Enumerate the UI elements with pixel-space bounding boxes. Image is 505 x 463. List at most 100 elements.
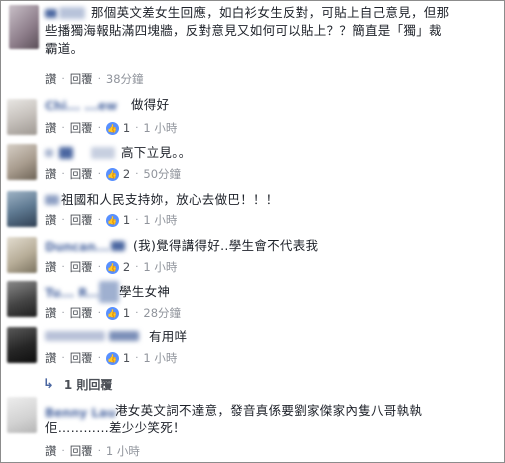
- separator-dot: ·: [135, 352, 139, 364]
- thumbs-up-icon: 👍: [105, 213, 119, 227]
- separator-dot: ·: [135, 122, 139, 134]
- avatar[interactable]: [7, 191, 37, 227]
- separator-dot: ·: [97, 122, 101, 134]
- like-count[interactable]: 1: [123, 351, 130, 365]
- separator-dot: ·: [61, 214, 65, 226]
- comment-text-line: 霸道。: [45, 41, 84, 56]
- timestamp[interactable]: 1 小時: [143, 120, 177, 136]
- avatar[interactable]: [7, 99, 37, 135]
- commenter-name[interactable]: Chi... ...ew: [45, 99, 117, 113]
- separator-dot: ·: [97, 352, 101, 364]
- comment-text-line: 些播獨海報貼滿四塊牆，反對意見又如何可以貼上？？簡直是「獨」裁: [45, 23, 442, 38]
- commenter-name[interactable]: Tu... R...: [45, 286, 101, 300]
- separator-dot: ·: [97, 261, 101, 273]
- commenter-name[interactable]: [45, 195, 59, 205]
- separator-dot: ·: [61, 73, 65, 85]
- commenter-name[interactable]: [45, 331, 105, 341]
- thumbs-up-icon: 👍: [105, 351, 119, 365]
- thumbs-up-icon: 👍: [105, 121, 119, 135]
- like-link[interactable]: 讚: [45, 71, 57, 87]
- reply-link[interactable]: 回覆: [70, 443, 93, 459]
- like-count[interactable]: 2: [123, 167, 130, 181]
- like-count[interactable]: 1: [123, 213, 130, 227]
- commenter-name[interactable]: [109, 331, 139, 341]
- comment-text: 有用咩: [149, 329, 188, 344]
- avatar[interactable]: [7, 327, 37, 363]
- like-link[interactable]: 讚: [45, 350, 57, 366]
- commenter-name[interactable]: [91, 147, 115, 159]
- comment-text: 學生女神: [119, 284, 171, 299]
- timestamp[interactable]: 28分鐘: [143, 305, 181, 321]
- commenter-name[interactable]: Duncan...: [45, 240, 109, 254]
- separator-dot: ·: [97, 445, 101, 457]
- like-count[interactable]: 1: [123, 121, 130, 135]
- timestamp[interactable]: 50分鐘: [143, 166, 181, 182]
- avatar[interactable]: [9, 5, 39, 49]
- commenter-name[interactable]: [99, 281, 119, 303]
- like-link[interactable]: 讚: [45, 212, 57, 228]
- commenter-name[interactable]: [59, 7, 85, 19]
- comment-text-line: 港女英文詞不達意，發音真係要劉家傑家內隻八哥執執: [115, 403, 423, 418]
- view-replies-link[interactable]: ↳ 1 則回覆: [43, 376, 112, 393]
- comment-text: 祖國和人民支持妳，放心去做巴！！！: [61, 192, 279, 207]
- reply-link[interactable]: 回覆: [70, 350, 93, 366]
- avatar[interactable]: [7, 281, 37, 317]
- comment-actions: 讚 · 回覆 · 👍 1 · 1 小時: [45, 120, 177, 136]
- timestamp[interactable]: 1 小時: [143, 259, 177, 275]
- comment-text: 高下立見。。: [121, 145, 192, 160]
- separator-dot: ·: [97, 168, 101, 180]
- comment-text: 做得好: [131, 97, 170, 112]
- separator-dot: ·: [97, 307, 101, 319]
- separator-dot: ·: [97, 214, 101, 226]
- timestamp[interactable]: 38分鐘: [106, 71, 144, 87]
- timestamp[interactable]: 1 小時: [143, 350, 177, 366]
- separator-dot: ·: [135, 307, 139, 319]
- thumbs-up-icon: 👍: [105, 167, 119, 181]
- reply-link[interactable]: 回覆: [70, 120, 93, 136]
- like-link[interactable]: 讚: [45, 443, 57, 459]
- like-count[interactable]: 2: [123, 260, 130, 274]
- commenter-name[interactable]: [111, 241, 125, 251]
- comment-text: (我)覺得講得好..學生會不代表我: [133, 238, 319, 253]
- separator-dot: ·: [61, 352, 65, 364]
- avatar[interactable]: [7, 397, 37, 433]
- avatar[interactable]: [7, 144, 37, 180]
- comment-actions: 讚 · 回覆 · 👍 2 · 1 小時: [45, 259, 177, 275]
- commenter-name[interactable]: [45, 9, 57, 18]
- separator-dot: ·: [97, 73, 101, 85]
- comment-actions: 讚 · 回覆 · 1 小時: [45, 443, 140, 459]
- commenter-name[interactable]: [45, 149, 53, 157]
- like-count[interactable]: 1: [123, 306, 130, 320]
- comments-panel: 那個英文差女生回應，如白衫女生反對，可貼上自己意見，但那 些播獨海報貼滿四塊牆，…: [0, 0, 505, 463]
- comment-actions: 讚 · 回覆 · 👍 1 · 1 小時: [45, 350, 177, 366]
- reply-link[interactable]: 回覆: [70, 259, 93, 275]
- reply-link[interactable]: 回覆: [70, 166, 93, 182]
- timestamp[interactable]: 1 小時: [106, 443, 140, 459]
- commenter-name[interactable]: Benny Lau: [45, 406, 116, 420]
- comment-text-line: 佢…………差少少笑死！: [45, 420, 186, 435]
- separator-dot: ·: [135, 214, 139, 226]
- timestamp[interactable]: 1 小時: [143, 212, 177, 228]
- comment-text-line: 那個英文差女生回應，如白衫女生反對，可貼上自己意見，但那: [91, 5, 450, 20]
- separator-dot: ·: [135, 261, 139, 273]
- thumbs-up-icon: 👍: [105, 306, 119, 320]
- comment-actions: 讚 · 回覆 · 👍 1 · 28分鐘: [45, 305, 181, 321]
- separator-dot: ·: [61, 168, 65, 180]
- avatar[interactable]: [7, 237, 37, 273]
- reply-link[interactable]: 回覆: [70, 305, 93, 321]
- separator-dot: ·: [135, 168, 139, 180]
- commenter-name[interactable]: [59, 147, 73, 159]
- separator-dot: ·: [61, 261, 65, 273]
- reply-link[interactable]: 回覆: [70, 71, 93, 87]
- like-link[interactable]: 讚: [45, 259, 57, 275]
- comment-actions: 讚 · 回覆 · 👍 1 · 1 小時: [45, 212, 177, 228]
- reply-link[interactable]: 回覆: [70, 212, 93, 228]
- like-link[interactable]: 讚: [45, 166, 57, 182]
- like-link[interactable]: 讚: [45, 120, 57, 136]
- like-link[interactable]: 讚: [45, 305, 57, 321]
- reply-arrow-icon: ↳: [43, 377, 54, 392]
- comment-actions: 讚 · 回覆 · 38分鐘: [45, 71, 144, 87]
- replies-count-label[interactable]: 1 則回覆: [64, 376, 113, 393]
- comment-actions: 讚 · 回覆 · 👍 2 · 50分鐘: [45, 166, 181, 182]
- separator-dot: ·: [61, 445, 65, 457]
